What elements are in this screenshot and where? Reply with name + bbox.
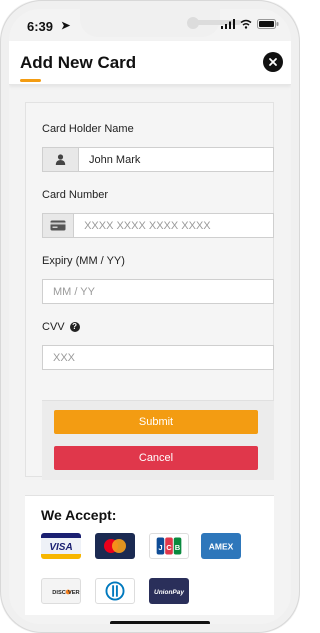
accepted-cards-title: We Accept:: [41, 507, 117, 523]
svg-text:UnionPay: UnionPay: [154, 589, 184, 596]
discover-logo: DISC VER: [41, 578, 81, 604]
diners-club-logo: [95, 578, 135, 604]
phone-frame: 6:39 ➤ Add New Card Card Holder Name Joh…: [0, 0, 300, 633]
signal-icon: [221, 19, 235, 29]
user-icon-addon: [43, 148, 79, 171]
cvv-label: CVV: [42, 321, 65, 333]
holder-name-label: Card Holder Name: [42, 123, 134, 135]
svg-text:J: J: [158, 543, 162, 552]
card-form: Card Holder Name John Mark Card Number X…: [25, 102, 274, 480]
cvv-input[interactable]: [43, 346, 273, 369]
card-number-input[interactable]: [74, 214, 273, 237]
svg-text:C: C: [166, 543, 172, 552]
unionpay-logo: UnionPay: [149, 578, 189, 604]
form-actions: Submit Cancel: [42, 400, 274, 480]
cvv-label-row: CVV?: [42, 321, 80, 333]
close-icon: [269, 58, 277, 66]
page-title: Add New Card: [20, 53, 137, 72]
title-accent-bar: [20, 79, 41, 82]
holder-name-field[interactable]: John Mark: [42, 147, 274, 172]
card-number-label: Card Number: [42, 189, 109, 201]
user-icon: [55, 154, 66, 165]
status-icons: [221, 19, 279, 29]
expiry-input[interactable]: [43, 280, 273, 303]
accepted-cards-panel: We Accept: VISA J C B AMEX DISC VER Unio…: [25, 495, 274, 615]
visa-logo: VISA: [41, 533, 81, 559]
close-button[interactable]: [263, 52, 283, 72]
credit-card-icon-addon: [43, 214, 75, 237]
jcb-logo: J C B: [149, 533, 189, 559]
credit-card-icon: [50, 220, 66, 231]
svg-text:DISC: DISC: [52, 590, 66, 596]
location-arrow-icon: ➤: [61, 20, 71, 32]
help-icon[interactable]: ?: [69, 322, 80, 333]
svg-text:B: B: [175, 543, 181, 552]
home-indicator[interactable]: [110, 621, 210, 624]
page-header: Add New Card: [9, 41, 291, 85]
status-bar: 6:39 ➤: [9, 9, 291, 41]
status-time: 6:39: [27, 19, 54, 34]
wifi-icon: [240, 19, 252, 29]
holder-name-value: John Mark: [89, 153, 141, 166]
svg-text:VER: VER: [68, 590, 80, 596]
mastercard-logo: [95, 533, 135, 559]
expiry-label: Expiry (MM / YY): [42, 255, 125, 267]
battery-icon: [257, 19, 279, 29]
submit-button[interactable]: Submit: [54, 410, 258, 434]
cvv-field[interactable]: [42, 345, 274, 370]
card-number-field[interactable]: [42, 213, 274, 238]
svg-text:AMEX: AMEX: [209, 542, 234, 552]
amex-logo: AMEX: [201, 533, 241, 559]
cancel-button[interactable]: Cancel: [54, 446, 258, 470]
svg-text:VISA: VISA: [49, 542, 72, 553]
expiry-field[interactable]: [42, 279, 274, 304]
